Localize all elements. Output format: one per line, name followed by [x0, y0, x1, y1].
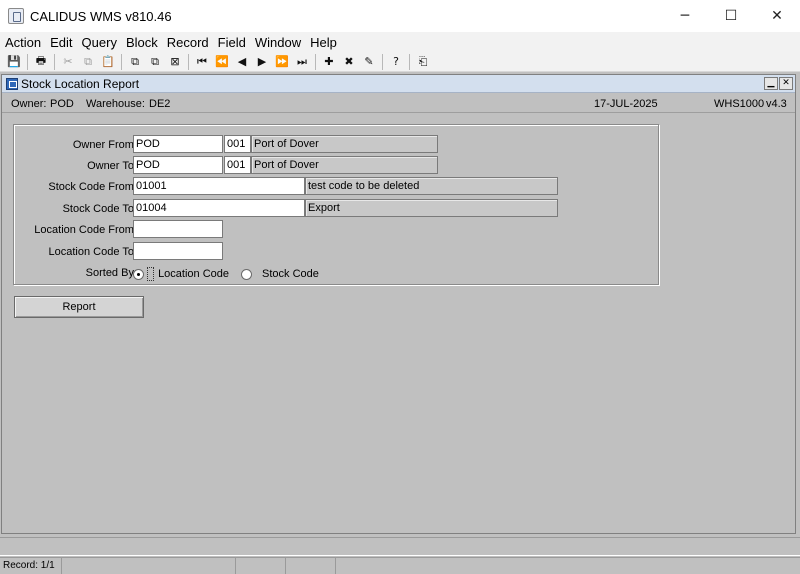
first-record-icon[interactable]: ⏮ [192, 53, 212, 71]
status-bar: Record: 1/1 [0, 557, 800, 574]
report-button[interactable]: Report [14, 296, 144, 318]
insert-record-icon[interactable]: ✚ [319, 53, 339, 71]
menu-record[interactable]: Record [162, 35, 213, 50]
form-close-button[interactable]: ✕ [779, 77, 793, 90]
current-date: 17-JUL-2025 [594, 98, 658, 110]
stock-code-from-description: test code to be deleted [305, 177, 558, 195]
paste-icon[interactable]: 📋 [98, 53, 118, 71]
sort-stock-code-label[interactable]: Stock Code [262, 268, 319, 280]
location-code-to-field[interactable] [133, 242, 223, 260]
minimize-button[interactable]: ─ [662, 0, 708, 32]
stock-code-from-label: Stock Code From: [48, 181, 137, 193]
form-icon [6, 77, 18, 90]
owner-from-label: Owner From: [72, 139, 137, 151]
stock-code-from-field[interactable]: 01001 [133, 177, 305, 195]
menu-field[interactable]: Field [213, 35, 250, 50]
menu-block[interactable]: Block [121, 35, 162, 50]
app-title: CALIDUS WMS v810.46 [30, 8, 172, 24]
clear-record-icon[interactable]: ✎ [359, 53, 379, 71]
toolbar-separator [121, 53, 122, 70]
sort-location-code-focus [147, 267, 155, 281]
menu-help[interactable]: Help [305, 35, 341, 50]
close-button[interactable]: ✕ [754, 0, 800, 32]
last-record-icon[interactable]: ⏭ [292, 53, 312, 71]
context-info-bar: Owner: POD Warehouse: DE2 17-JUL-2025 WH… [2, 94, 795, 113]
menu-window[interactable]: Window [250, 35, 305, 50]
stock-code-to-field[interactable]: 01004 [133, 199, 305, 217]
maximize-button[interactable]: ☐ [708, 0, 754, 32]
delete-record-icon[interactable]: ✖ [339, 53, 359, 71]
warehouse-value: DE2 [149, 98, 171, 110]
module-code: WHS1000 [714, 98, 765, 110]
help-icon[interactable]: ? [386, 53, 406, 71]
sort-stock-code-radio[interactable] [241, 268, 253, 280]
location-code-from-label: Location Code From: [34, 224, 137, 236]
status-area: Record: 1/1 [0, 536, 800, 574]
stock-code-to-description: Export [305, 199, 558, 217]
toolbar: 💾 🖶 ✂ ⧉ 📋 ⧉ ⧉ ⊠ ⏮ ⏪ ◀ ▶ ⏩ ⏭ ✚ ✖ ✎ ? ⎗ [0, 52, 800, 72]
criteria-panel: Owner From: POD 001 Port of Dover Owner … [13, 124, 659, 285]
exit-icon[interactable]: ⎗ [413, 53, 433, 71]
menu-edit[interactable]: Edit [45, 35, 76, 50]
owner-to-label: Owner To: [87, 160, 137, 172]
owner-from-field[interactable]: POD [133, 135, 223, 153]
owner-from-code-field[interactable]: 001 [224, 135, 251, 153]
status-cell-empty-3 [286, 558, 336, 574]
form-minimize-button[interactable]: ▁ [764, 77, 778, 90]
next-record-icon[interactable]: ▶ [252, 53, 272, 71]
copy-icon[interactable]: ⧉ [78, 53, 98, 71]
location-code-from-field[interactable] [133, 220, 223, 238]
app-icon [8, 8, 24, 24]
warehouse-label: Warehouse: [86, 98, 145, 110]
form-titlebar[interactable]: Stock Location Report ▁ ✕ [2, 75, 795, 93]
owner-to-code-field[interactable]: 001 [224, 156, 251, 174]
record-counter: Record: 1/1 [0, 558, 62, 574]
cut-icon[interactable]: ✂ [58, 53, 78, 71]
menu-bar: Action Edit Query Block Record Field Win… [0, 32, 800, 52]
previous-set-icon[interactable]: ⏪ [212, 53, 232, 71]
module-version: v4.3 [766, 98, 787, 110]
form-window-controls: ▁ ✕ [764, 77, 793, 90]
sorted-by-radio-group: Location Code Stock Code [133, 267, 319, 281]
toolbar-separator [382, 53, 383, 70]
toolbar-separator [409, 53, 410, 70]
toolbar-separator [188, 53, 189, 70]
form-window: Stock Location Report ▁ ✕ Owner: POD War… [1, 74, 796, 534]
next-set-icon[interactable]: ⏩ [272, 53, 292, 71]
save-icon[interactable]: 💾 [4, 53, 24, 71]
form-title: Stock Location Report [21, 76, 140, 91]
location-code-to-label: Location Code To: [48, 246, 137, 258]
clear-field-icon[interactable]: ⊠ [165, 53, 185, 71]
copy-field-icon[interactable]: ⧉ [145, 53, 165, 71]
owner-from-description: Port of Dover [251, 135, 438, 153]
window-controls: ─ ☐ ✕ [662, 0, 800, 32]
stock-code-to-label: Stock Code To: [62, 203, 137, 215]
mdi-desktop: Stock Location Report ▁ ✕ Owner: POD War… [0, 72, 800, 536]
status-cell-empty-1 [62, 558, 236, 574]
toolbar-separator [27, 53, 28, 70]
status-cell-empty-2 [236, 558, 286, 574]
owner-label: Owner: [11, 98, 47, 110]
message-line [0, 537, 800, 556]
print-icon[interactable]: 🖶 [31, 53, 51, 71]
sort-location-code-radio[interactable] [133, 268, 144, 280]
sorted-by-label: Sorted By: [85, 267, 137, 279]
previous-record-icon[interactable]: ◀ [232, 53, 252, 71]
owner-to-field[interactable]: POD [133, 156, 223, 174]
app-titlebar: CALIDUS WMS v810.46 ─ ☐ ✕ [0, 0, 800, 32]
owner-to-description: Port of Dover [251, 156, 438, 174]
menu-action[interactable]: Action [0, 35, 45, 50]
toolbar-separator [315, 53, 316, 70]
toolbar-separator [54, 53, 55, 70]
menu-query[interactable]: Query [77, 35, 121, 50]
sort-location-code-label[interactable]: Location Code [158, 268, 229, 280]
owner-value: POD [50, 98, 74, 110]
duplicate-record-icon[interactable]: ⧉ [125, 53, 145, 71]
